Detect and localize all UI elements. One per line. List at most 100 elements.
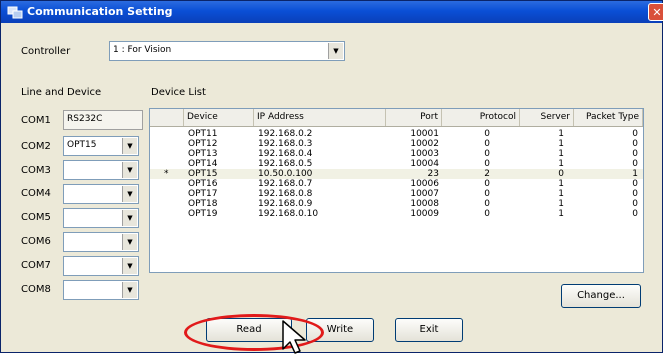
com3-select[interactable]: ▼ [63, 160, 139, 180]
cell-server: 1 [558, 189, 564, 199]
chevron-down-icon[interactable]: ▼ [122, 186, 137, 202]
cell-server: 1 [558, 179, 564, 189]
table-row[interactable]: OPT14 192.168.0.5 10004 0 1 0 [150, 159, 643, 169]
chevron-down-icon[interactable]: ▼ [328, 43, 343, 59]
chevron-down-icon[interactable]: ▼ [122, 138, 137, 154]
chevron-down-icon[interactable]: ▼ [122, 258, 137, 274]
cell-protocol: 0 [484, 159, 490, 169]
cell-packet: 0 [632, 179, 638, 189]
table-row[interactable]: OPT12 192.168.0.3 10002 0 1 0 [150, 139, 643, 149]
device-list-table[interactable]: Device IP Address Port Protocol Server P… [149, 108, 644, 273]
cell-ip: 192.168.0.9 [258, 199, 313, 209]
com1-label: COM1 [21, 115, 51, 126]
cell-protocol: 0 [484, 209, 490, 219]
cell-port: 10006 [410, 179, 439, 189]
cell-packet: 1 [632, 169, 638, 179]
cell-server: 1 [558, 159, 564, 169]
chevron-down-icon[interactable]: ▼ [122, 210, 137, 226]
cell-packet: 0 [632, 209, 638, 219]
table-row[interactable]: OPT11 192.168.0.2 10001 0 1 0 [150, 129, 643, 139]
column-header-packet-type[interactable]: Packet Type [574, 109, 643, 126]
column-header-device[interactable]: Device [184, 109, 254, 126]
close-button[interactable]: ✕ [648, 3, 663, 21]
cell-ip: 192.168.0.8 [258, 189, 313, 199]
cell-protocol: 0 [484, 179, 490, 189]
cell-ip: 192.168.0.5 [258, 159, 313, 169]
cell-protocol: 0 [484, 129, 490, 139]
com1-value: RS232C [67, 114, 103, 124]
table-row[interactable]: OPT17 192.168.0.8 10007 0 1 0 [150, 189, 643, 199]
chevron-down-icon[interactable]: ▼ [122, 282, 137, 298]
cell-marker: * [164, 169, 169, 179]
com7-select[interactable]: ▼ [63, 256, 139, 276]
com8-select[interactable]: ▼ [63, 280, 139, 300]
exit-button[interactable]: Exit [395, 318, 463, 342]
chevron-down-icon[interactable]: ▼ [122, 162, 137, 178]
controller-label: Controller [21, 46, 71, 57]
cell-server: 1 [558, 199, 564, 209]
title-bar[interactable]: Communication Setting ✕ [1, 1, 663, 23]
table-row[interactable]: OPT18 192.168.0.9 10008 0 1 0 [150, 199, 643, 209]
cell-packet: 0 [632, 199, 638, 209]
cell-packet: 0 [632, 149, 638, 159]
com6-select[interactable]: ▼ [63, 232, 139, 252]
table-row[interactable]: OPT19 192.168.0.10 10009 0 1 0 [150, 209, 643, 219]
cell-ip: 192.168.0.7 [258, 179, 313, 189]
mouse-pointer-icon [282, 320, 306, 354]
com5-label: COM5 [21, 212, 51, 223]
com1-field: RS232C [63, 110, 143, 130]
line-and-device-label: Line and Device [21, 87, 102, 98]
com6-label: COM6 [21, 236, 51, 247]
communication-setting-window: Communication Setting ✕ Controller 1 : F… [0, 0, 663, 354]
cell-port: 10001 [410, 129, 439, 139]
chevron-down-icon[interactable]: ▼ [122, 234, 137, 250]
column-header-protocol[interactable]: Protocol [442, 109, 520, 126]
table-header: Device IP Address Port Protocol Server P… [150, 109, 643, 127]
network-icon [7, 5, 23, 19]
window-title: Communication Setting [27, 5, 173, 18]
cell-server: 1 [558, 139, 564, 149]
cell-server: 1 [558, 209, 564, 219]
cell-port: 10008 [410, 199, 439, 209]
controller-select[interactable]: 1 : For Vision ▼ [109, 41, 345, 61]
cell-device: OPT18 [188, 199, 218, 209]
cell-packet: 0 [632, 159, 638, 169]
cell-ip: 192.168.0.3 [258, 139, 313, 149]
cell-ip: 10.50.0.100 [258, 169, 313, 179]
cell-protocol: 0 [484, 139, 490, 149]
cell-protocol: 2 [484, 169, 490, 179]
cell-protocol: 0 [484, 199, 490, 209]
cell-port: 10009 [410, 209, 439, 219]
com3-label: COM3 [21, 165, 51, 176]
com2-select[interactable]: OPT15 ▼ [63, 136, 139, 156]
cell-device: OPT16 [188, 179, 218, 189]
column-header-port[interactable]: Port [386, 109, 442, 126]
com8-label: COM8 [21, 284, 51, 295]
column-header-marker[interactable] [150, 109, 184, 126]
cell-device: OPT15 [188, 169, 218, 179]
cell-port: 10003 [410, 149, 439, 159]
device-list-label: Device List [151, 87, 206, 98]
cell-port: 10002 [410, 139, 439, 149]
change-button[interactable]: Change... [561, 284, 641, 308]
cell-ip: 192.168.0.2 [258, 129, 313, 139]
cell-device: OPT17 [188, 189, 218, 199]
column-header-ip-address[interactable]: IP Address [254, 109, 386, 126]
com4-label: COM4 [21, 188, 51, 199]
cell-server: 0 [558, 169, 564, 179]
cell-device: OPT13 [188, 149, 218, 159]
controller-value: 1 : For Vision [113, 45, 172, 55]
cell-ip: 192.168.0.10 [258, 209, 319, 219]
com2-label: COM2 [21, 141, 51, 152]
table-row[interactable]: OPT16 192.168.0.7 10006 0 1 0 [150, 179, 643, 189]
cell-port: 23 [427, 169, 439, 179]
column-header-server[interactable]: Server [520, 109, 574, 126]
table-row[interactable]: OPT13 192.168.0.4 10003 0 1 0 [150, 149, 643, 159]
com5-select[interactable]: ▼ [63, 208, 139, 228]
cell-packet: 0 [632, 139, 638, 149]
com4-select[interactable]: ▼ [63, 184, 139, 204]
cell-device: OPT19 [188, 209, 218, 219]
table-row[interactable]: * OPT15 10.50.0.100 23 2 0 1 [150, 169, 643, 179]
cell-packet: 0 [632, 189, 638, 199]
cell-device: OPT14 [188, 159, 218, 169]
